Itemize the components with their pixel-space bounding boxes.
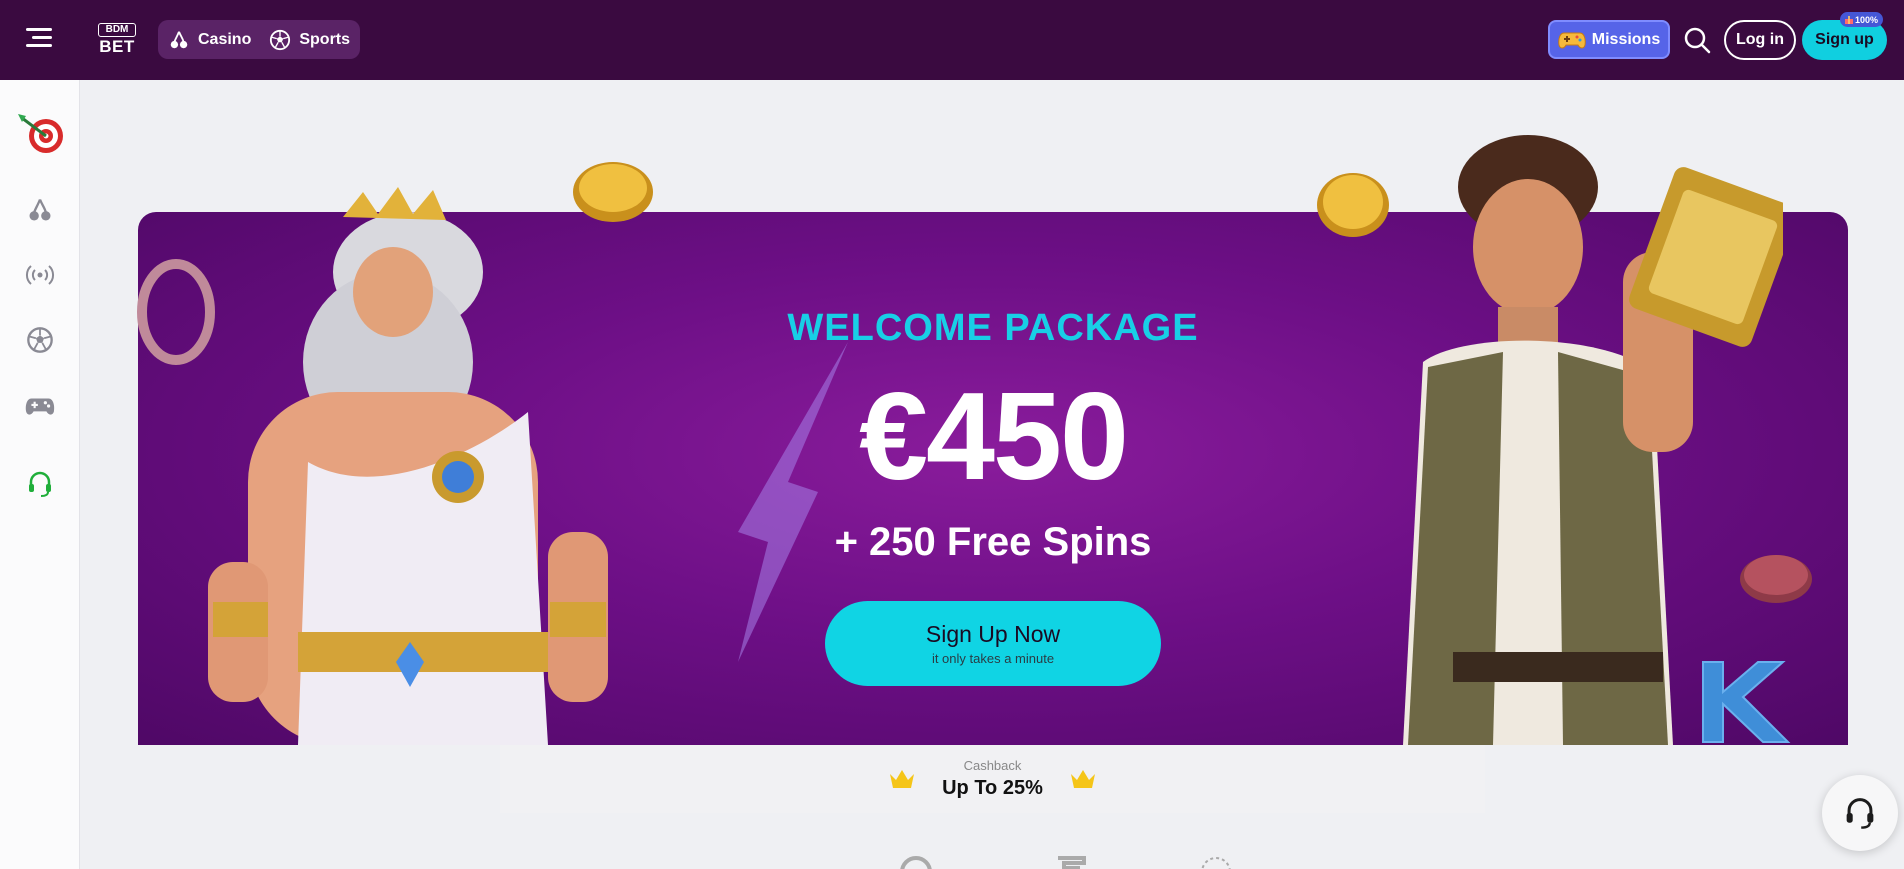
sidebar-item-sports[interactable] (22, 322, 58, 358)
logo-bottom-text: BET (99, 37, 135, 56)
cashback-info: Cashback Up To 25% (942, 758, 1043, 800)
gamepad-icon (25, 398, 55, 415)
cashback-value: Up To 25% (942, 777, 1043, 799)
target-dart-icon (18, 114, 63, 153)
top-header: BDM BET Casino Sports Missions Log in Si… (0, 0, 1904, 80)
support-headset-icon (29, 471, 51, 497)
signup-bonus-badge: 100% (1840, 12, 1884, 27)
sidebar-item-casino[interactable] (22, 192, 58, 228)
menu-icon[interactable] (26, 28, 52, 48)
cta-sublabel: it only takes a minute (931, 651, 1055, 666)
missions-label: Missions (1591, 30, 1661, 48)
nav-casino-label: Casino (198, 30, 252, 48)
soccer-ball-icon (27, 327, 53, 353)
crown-icon (890, 770, 915, 788)
cta-label: Sign Up Now (925, 621, 1061, 647)
nav-casino[interactable]: Casino (168, 29, 251, 51)
coin-art (573, 162, 653, 222)
support-headset-icon (1846, 798, 1874, 829)
welcome-title: WELCOME PACKAGE (787, 307, 1199, 349)
gamepad-icon (1558, 32, 1586, 48)
site-logo[interactable]: BDM BET (98, 23, 136, 55)
bonus-amount: €450 (859, 368, 1129, 506)
sidebar-item-support[interactable] (22, 466, 58, 502)
cashback-strip: Cashback Up To 25% (500, 745, 1485, 813)
left-sidebar (0, 80, 80, 869)
main-nav: Casino Sports (158, 20, 361, 59)
card-k-art (1702, 661, 1791, 743)
live-broadcast-icon (25, 265, 55, 285)
missions-button[interactable]: Missions (1548, 20, 1670, 59)
login-button[interactable]: Log in (1724, 20, 1796, 60)
logo-top-text: BDM (98, 23, 136, 37)
sidebar-item-live[interactable] (22, 257, 58, 293)
provider-logo (900, 856, 932, 869)
nav-sports-label: Sports (299, 30, 351, 48)
cherry-icon (170, 30, 188, 48)
gift-icon (1845, 15, 1853, 24)
sidebar-item-games[interactable] (22, 388, 58, 424)
live-support-button[interactable] (1822, 775, 1898, 851)
provider-logo (1058, 856, 1086, 869)
sidebar-item-promotions[interactable] (16, 108, 66, 158)
welcome-banner[interactable]: WELCOME PACKAGE €450 + 250 Free Spins Si… (137, 135, 1848, 745)
cashback-label: Cashback (963, 758, 1022, 773)
provider-logo (1201, 857, 1231, 869)
crown-icon (1070, 770, 1095, 788)
cherry-icon (29, 199, 51, 221)
signup-now-button[interactable]: Sign Up Now it only takes a minute (825, 601, 1161, 686)
free-spins-text: + 250 Free Spins (834, 520, 1152, 564)
signup-badge-text: 100% (1855, 14, 1879, 25)
search-icon[interactable] (1683, 26, 1711, 54)
soccer-ball-icon (270, 29, 291, 50)
nav-sports[interactable]: Sports (269, 29, 350, 51)
